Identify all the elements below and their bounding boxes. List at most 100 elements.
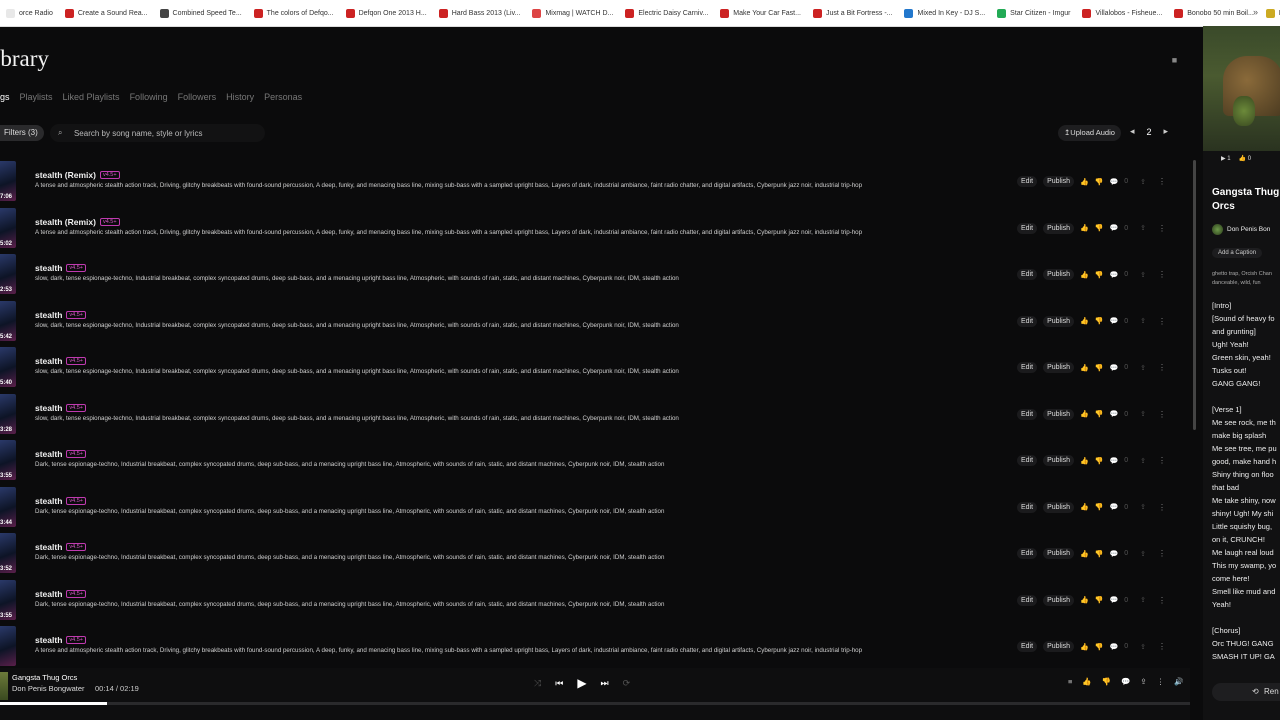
song-row[interactable]: 5:40 stealth v4.5+ slow, dark, tense esp… [0,344,1190,391]
scrollbar[interactable] [1193,160,1196,430]
bookmark-item[interactable]: Combined Speed Te... [154,8,248,18]
publish-button[interactable]: Publish [1043,594,1075,606]
song-row[interactable]: 2:53 stealth v4.5+ slow, dark, tense esp… [0,251,1190,298]
next-icon[interactable]: ⏭ [601,678,609,689]
bookmark-item[interactable]: Mixmag | WATCH D... [526,8,619,18]
edit-button[interactable]: Edit [1017,362,1038,373]
song-title[interactable]: stealth [35,635,62,645]
bookmark-item[interactable]: Bonobo 50 min Boil... [1168,8,1260,18]
song-row[interactable]: 3:44 stealth v4.5+ Dark, tense espionage… [0,484,1190,531]
song-row[interactable]: 3:28 stealth v4.5+ slow, dark, tense esp… [0,391,1190,438]
publish-button[interactable]: Publish [1043,362,1075,373]
like-icon[interactable]: 👍 [1082,677,1091,686]
player-title[interactable]: Gangsta Thug Orcs [12,673,77,682]
playback-progress[interactable] [0,702,1190,705]
edit-button[interactable]: Edit [1017,594,1038,606]
like-icon[interactable]: 👍 [1080,364,1089,372]
bookmarks-more-icon[interactable]: » [1253,7,1258,17]
more-options-icon[interactable]: ⋮ [1158,177,1166,186]
publish-button[interactable]: Publish [1043,408,1075,420]
song-row[interactable]: 3:55 stealth v4.5+ Dark, tense espionage… [0,577,1190,624]
song-thumbnail[interactable]: 3:28 [0,393,16,434]
dislike-icon[interactable]: 👎 [1095,178,1104,186]
tab-playlists[interactable]: Playlists [20,92,53,102]
share-icon[interactable]: ⇪ [1140,178,1146,186]
like-icon[interactable]: 👍 [1080,317,1089,325]
settings-icon[interactable]: ■ [1169,55,1180,66]
more-options-icon[interactable]: ⋮ [1158,642,1166,651]
like-icon[interactable]: 👍 [1080,271,1089,279]
song-title[interactable]: stealth (Remix) [35,217,96,227]
tab-followers[interactable]: Followers [178,92,217,102]
play-icon[interactable]: ▶ [577,676,586,690]
like-icon[interactable]: 👍 [1080,503,1089,511]
comment-icon[interactable]: 💬 [1109,550,1118,558]
like-icon[interactable]: 👍 [1080,410,1089,418]
dislike-icon[interactable]: 👎 [1095,596,1104,604]
tab-songs[interactable]: gs [0,92,10,102]
edit-button[interactable]: Edit [1017,315,1038,327]
share-icon[interactable]: ⇪ [1140,364,1146,372]
like-icon[interactable]: 👍 [1080,596,1089,604]
song-row[interactable]: 7:06 stealth (Remix) v4.5+ A tense and a… [0,158,1190,205]
bookmark-item[interactable]: Make Your Car Fast... [714,8,807,18]
song-detail-artist[interactable]: Don Penis Bon [1212,224,1270,235]
more-options-icon[interactable]: ⋮ [1158,317,1166,326]
song-thumbnail[interactable]: 5:02 [0,207,16,248]
player-artist[interactable]: Don Penis Bongwater [12,684,85,693]
upload-audio-button[interactable]: ↥Upload Audio [1058,125,1121,141]
publish-button[interactable]: Publish [1043,176,1075,187]
bookmark-item[interactable]: Defqon One 2013 H... [340,8,433,18]
comment-icon[interactable]: 💬 [1109,503,1118,511]
edit-button[interactable]: Edit [1017,455,1038,466]
song-title[interactable]: stealth [35,449,62,459]
bookmark-item[interactable]: Just a Bit Fortress -... [807,8,899,18]
comment-icon[interactable]: 💬 [1109,457,1118,465]
bookmark-item[interactable]: Create a Sound Rea... [59,8,154,18]
comment-icon[interactable]: 💬 [1109,410,1118,418]
more-options-icon[interactable]: ⋮ [1158,363,1166,372]
bookmark-item[interactable]: orce Radio [0,8,59,18]
comment-icon[interactable]: 💬 [1109,271,1118,279]
song-title[interactable]: stealth [35,542,62,552]
bookmark-item[interactable]: Kritz.net [1260,8,1280,18]
more-options-icon[interactable]: ⋮ [1158,549,1166,558]
more-icon[interactable]: ⋮ [1157,677,1165,686]
song-row[interactable]: 5:42 stealth v4.5+ slow, dark, tense esp… [0,298,1190,345]
publish-button[interactable]: Publish [1043,269,1075,280]
dislike-icon[interactable]: 👎 [1102,677,1111,686]
publish-button[interactable]: Publish [1043,455,1075,466]
share-icon[interactable]: ⇪ [1140,596,1146,604]
song-row[interactable]: stealth v4.5+ A tense and atmospheric st… [0,623,1190,670]
dislike-icon[interactable]: 👎 [1095,550,1104,558]
comment-icon[interactable]: 💬 [1109,317,1118,325]
prev-page-icon[interactable]: ◂ [1130,126,1135,137]
comment-icon[interactable]: 💬 [1109,224,1118,232]
tab-following[interactable]: Following [130,92,168,102]
publish-button[interactable]: Publish [1043,641,1075,652]
song-thumbnail[interactable]: 5:42 [0,300,16,341]
song-title[interactable]: stealth [35,356,62,366]
publish-button[interactable]: Publish [1043,222,1075,234]
song-row[interactable]: 5:02 stealth (Remix) v4.5+ A tense and a… [0,205,1190,252]
song-thumbnail[interactable]: 5:40 [0,347,16,387]
share-icon[interactable]: ⇪ [1140,410,1146,418]
dislike-icon[interactable]: 👎 [1095,364,1104,372]
repeat-icon[interactable]: ⟳ [623,678,631,689]
song-thumbnail[interactable]: 3:55 [0,440,16,480]
share-icon[interactable]: ⇪ [1140,503,1146,511]
like-icon[interactable]: 👍 [1080,643,1089,651]
edit-button[interactable]: Edit [1017,548,1038,559]
song-row[interactable]: 3:55 stealth v4.5+ Dark, tense espionage… [0,437,1190,484]
song-title[interactable]: stealth [35,310,62,320]
like-icon[interactable]: 👍 [1080,457,1089,465]
bookmark-item[interactable]: Villalobos - Fisheue... [1076,8,1168,18]
publish-button[interactable]: Publish [1043,501,1075,513]
filters-button[interactable]: Filters (3) [0,125,44,141]
like-icon[interactable]: 👍 [1080,224,1089,232]
song-thumbnail[interactable]: 3:55 [0,579,16,620]
next-page-icon[interactable]: ▸ [1164,126,1169,137]
dislike-icon[interactable]: 👎 [1095,224,1104,232]
tab-history[interactable]: History [226,92,254,102]
song-thumbnail[interactable]: 3:44 [0,486,16,527]
